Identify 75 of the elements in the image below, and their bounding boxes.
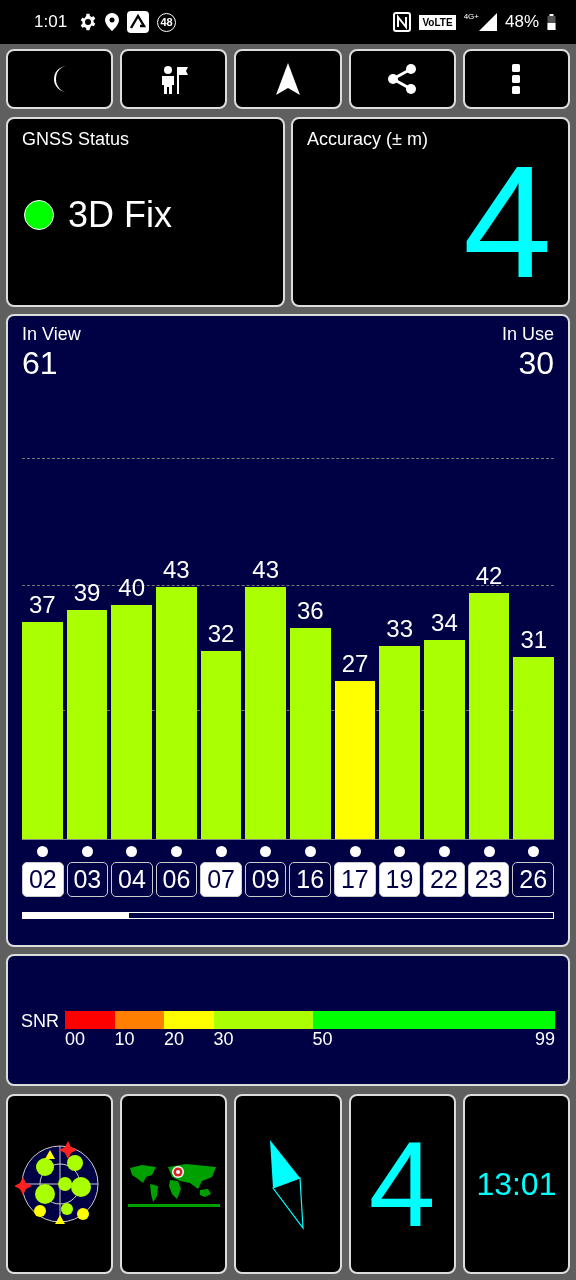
share-icon (387, 64, 418, 94)
card-title: Accuracy (± m) (307, 129, 428, 150)
satellite-dot (528, 846, 540, 857)
satellite-id: 07 (200, 862, 242, 897)
snr-tick: 50 (312, 1028, 333, 1050)
app-icon (127, 11, 150, 33)
fix-status-dot (24, 200, 54, 230)
snr-value: 31 (519, 627, 549, 654)
navigation-arrow-button[interactable] (234, 49, 342, 109)
volte-badge: VoLTE (419, 14, 456, 30)
in-view-count: 61 (22, 345, 58, 382)
snr-value: 34 (430, 609, 459, 636)
snr-value: 32 (206, 621, 236, 648)
navigation-arrow-icon (276, 63, 300, 95)
accuracy-value: 4 (463, 152, 552, 292)
signal-icon (478, 13, 497, 31)
snr-value: 37 (28, 592, 57, 619)
settings-icon (79, 13, 98, 31)
compass-tile[interactable] (234, 1094, 342, 1274)
satellite-dot (126, 846, 138, 857)
satellite-dot (81, 846, 93, 857)
in-use-count: 30 (518, 345, 554, 382)
snr-tick: 20 (164, 1028, 185, 1050)
satellite-id: 02 (22, 862, 64, 897)
satellite-dot (349, 846, 361, 857)
satellite-dot (260, 846, 272, 857)
in-use-label: In Use (501, 324, 554, 345)
satellite-dot (304, 846, 316, 857)
card-title: GNSS Status (22, 129, 130, 150)
share-button[interactable] (348, 49, 456, 109)
satellite-id: 17 (334, 862, 376, 897)
satellite-dot (170, 846, 182, 857)
satellite-id: 22 (423, 862, 465, 897)
satellite-id: 03 (66, 862, 109, 897)
satellite-id: 09 (244, 862, 287, 897)
satellite-dot (215, 846, 227, 857)
menu-icon (512, 64, 521, 94)
satellite-id: 23 (467, 862, 510, 897)
satellite-dot (36, 846, 48, 857)
location-pin-icon (105, 13, 120, 31)
satellite-dot (483, 846, 495, 857)
snr-value: 40 (117, 574, 147, 601)
snr-value: 43 (251, 557, 281, 583)
snr-value: 39 (72, 580, 102, 607)
menu-button[interactable] (462, 49, 570, 109)
satellite-id: 26 (512, 862, 554, 897)
snr-label: SNR (21, 1010, 59, 1032)
battery-icon (547, 14, 556, 30)
accuracy-tile[interactable]: 4 (348, 1094, 456, 1274)
snr-value: 42 (474, 562, 504, 589)
snr-tick: 30 (213, 1028, 234, 1050)
time-tile[interactable]: 13:01 (462, 1094, 570, 1274)
nfc-icon (393, 12, 412, 32)
satellite-id: 19 (378, 862, 421, 897)
satellite-id: 16 (289, 862, 332, 897)
satellite-dot (438, 846, 450, 857)
in-view-label: In View (22, 324, 81, 345)
snr-tick: 00 (65, 1028, 86, 1050)
snr-tick: 10 (114, 1028, 135, 1050)
snr-value: 33 (385, 615, 415, 642)
snr-tick: 99 (535, 1028, 555, 1050)
satellite-id: 04 (111, 862, 153, 897)
fix-status: 3D Fix (68, 194, 172, 236)
night-mode-button[interactable] (6, 49, 114, 109)
snr-value: 43 (162, 557, 191, 583)
satellite-dot (394, 846, 406, 857)
network-type: 4G+ (463, 12, 479, 21)
world-map-tile[interactable] (120, 1094, 228, 1274)
battery-percent: 48% (504, 12, 539, 32)
person-flag-button[interactable] (120, 49, 228, 109)
sky-plot-tile[interactable] (6, 1094, 114, 1274)
satellite-id: 06 (155, 862, 198, 897)
status-time: 1:01 (34, 12, 68, 32)
snr-value: 36 (296, 598, 325, 624)
snr-value: 27 (340, 650, 370, 677)
